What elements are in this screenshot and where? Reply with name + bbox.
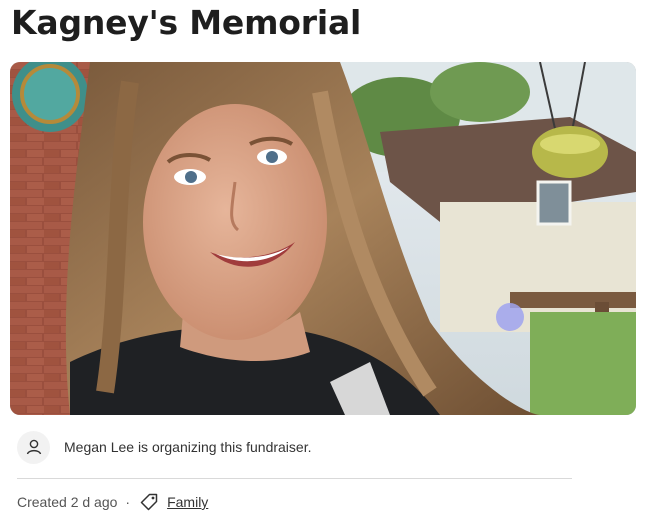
organizer-text: Megan Lee is organizing this fundraiser. <box>64 439 312 455</box>
page-title: Kagney's Memorial <box>11 3 362 42</box>
user-icon <box>26 439 41 455</box>
campaign-meta: Created 2 d ago · Family <box>17 491 208 513</box>
divider <box>17 478 572 479</box>
campaign-photo <box>10 62 636 415</box>
organizer-row: Megan Lee is organizing this fundraiser. <box>17 430 573 464</box>
meta-separator: · <box>125 494 131 510</box>
tag-icon <box>139 492 159 512</box>
avatar <box>17 430 50 464</box>
category-link[interactable]: Family <box>167 494 208 510</box>
created-date: Created 2 d ago <box>17 494 118 510</box>
